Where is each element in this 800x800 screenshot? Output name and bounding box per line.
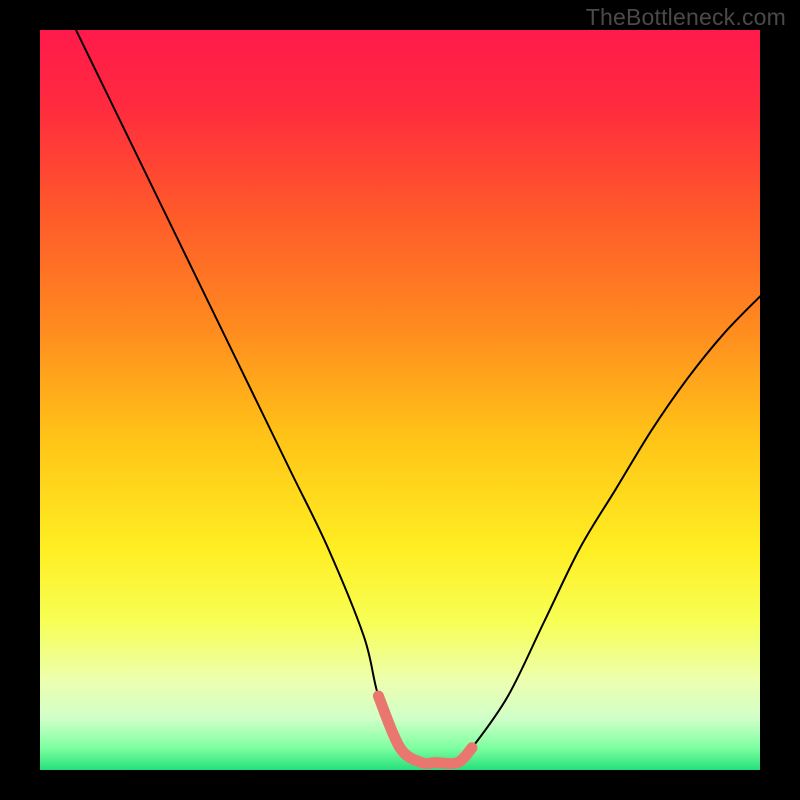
gradient-background [40,30,760,770]
bottleneck-chart [0,0,800,800]
watermark-text: TheBottleneck.com [586,4,786,31]
chart-frame: TheBottleneck.com [0,0,800,800]
